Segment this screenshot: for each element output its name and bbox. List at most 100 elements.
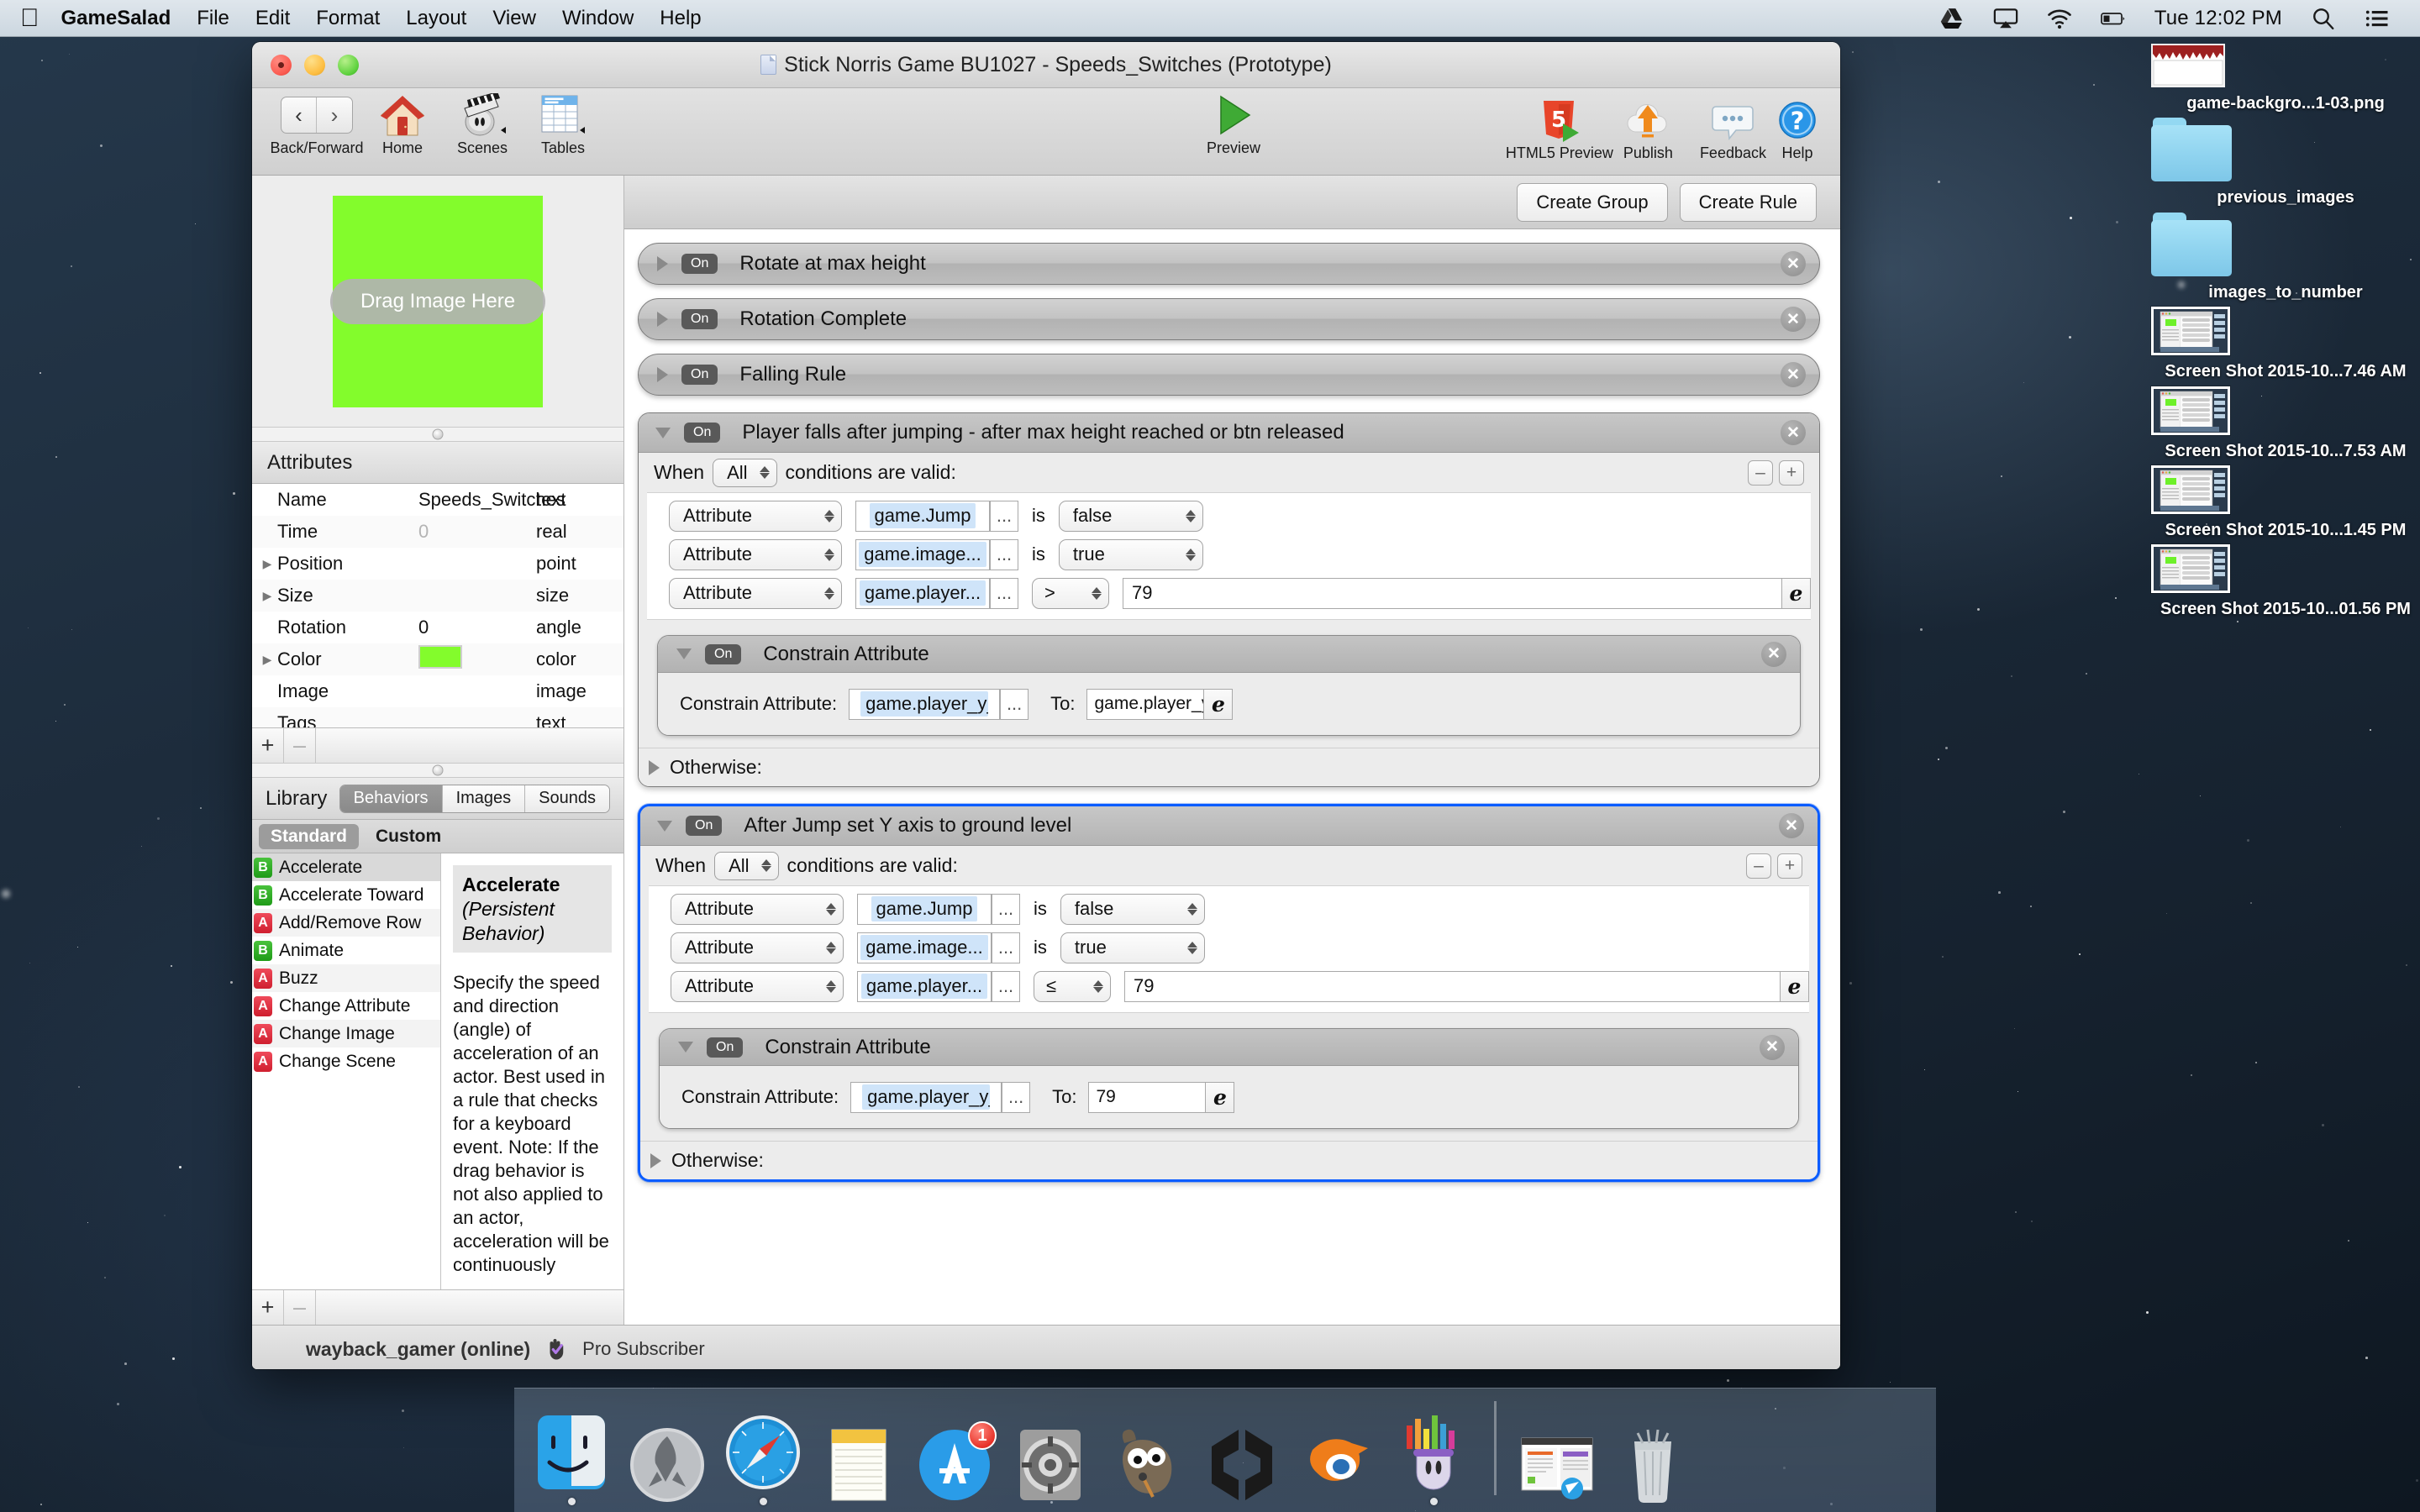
- library-tab-behaviors[interactable]: Behaviors: [339, 785, 443, 812]
- rule-collapsed[interactable]: On Falling Rule ✕: [638, 354, 1820, 396]
- condition-operator-select[interactable]: >: [1032, 577, 1109, 609]
- disclosure-right-icon[interactable]: [657, 256, 668, 271]
- menu-window[interactable]: Window: [562, 7, 634, 30]
- disclosure-triangle-icon[interactable]: ▶: [260, 557, 274, 571]
- desktop-icon[interactable]: Screen Shot 2015-10...01.56 PM: [2151, 544, 2420, 618]
- app-store-icon[interactable]: 1: [914, 1421, 997, 1505]
- safari-icon[interactable]: [723, 1412, 803, 1493]
- attribute-row[interactable]: ▶ Position point: [252, 548, 623, 580]
- stepper-icon[interactable]: [759, 466, 770, 479]
- attribute-picker[interactable]: game.image......: [857, 932, 1020, 963]
- behavior-list-item[interactable]: A Change Attribute: [252, 992, 440, 1020]
- disclosure-down-icon[interactable]: [657, 820, 672, 832]
- add-condition-button[interactable]: +: [1777, 853, 1802, 879]
- condition-number-input[interactable]: 79: [1124, 970, 1781, 1002]
- attribute-field[interactable]: game.image...: [855, 538, 990, 570]
- behavior-list-item[interactable]: B Animate: [252, 937, 440, 964]
- stepper-icon[interactable]: [1185, 509, 1196, 522]
- dock-item-finder[interactable]: [528, 1406, 615, 1505]
- rules-list[interactable]: On Rotate at max height ✕ On Rotation Comple…: [624, 229, 1840, 1325]
- desktop-icon[interactable]: Screen Shot 2015-10...1.45 PM: [2151, 465, 2420, 539]
- menu-bar-clock[interactable]: Tue 12:02 PM: [2154, 7, 2282, 30]
- stepper-icon[interactable]: [824, 548, 834, 561]
- dock-item-browser-window-minimized[interactable]: [1513, 1406, 1601, 1505]
- behavior-header[interactable]: On Constrain Attribute ✕: [660, 1029, 1798, 1066]
- disclosure-down-icon[interactable]: [678, 1042, 693, 1053]
- delete-rule-button[interactable]: ✕: [1781, 307, 1806, 332]
- launchpad-icon[interactable]: [627, 1425, 708, 1505]
- panel-splitter-top[interactable]: [252, 427, 623, 442]
- back-icon[interactable]: ‹: [281, 97, 317, 133]
- stepper-icon[interactable]: [824, 586, 834, 600]
- dock-item-notes[interactable]: [815, 1406, 902, 1505]
- stepper-icon[interactable]: [1185, 548, 1196, 561]
- stepper-icon[interactable]: [1186, 902, 1197, 916]
- dock-item-gamesalad[interactable]: [1390, 1406, 1477, 1505]
- attribute-field[interactable]: game.Jump: [855, 500, 990, 532]
- attribute-row[interactable]: ▶ Size size: [252, 580, 623, 612]
- behavior-attribute-browse-button[interactable]: ...: [1000, 688, 1029, 720]
- behavior-list-item[interactable]: A Change Scene: [252, 1047, 440, 1075]
- attribute-picker[interactable]: game.image......: [855, 538, 1018, 570]
- dock-item-gimp[interactable]: [1102, 1406, 1190, 1505]
- gimp-icon[interactable]: [1106, 1425, 1186, 1505]
- condition-value-select[interactable]: true: [1060, 932, 1205, 963]
- dock-item-unity[interactable]: [1198, 1406, 1286, 1505]
- condition-value-select[interactable]: false: [1060, 893, 1205, 925]
- rule-enabled-toggle[interactable]: On: [681, 254, 718, 274]
- dock-item-system-preferences[interactable]: [1007, 1406, 1094, 1505]
- dock-item-app-store[interactable]: 1: [911, 1406, 998, 1505]
- condition-number-input[interactable]: 79: [1123, 577, 1782, 609]
- panel-splitter-bottom[interactable]: [252, 763, 623, 778]
- disclosure-right-icon[interactable]: [657, 312, 668, 327]
- finder-icon[interactable]: [531, 1412, 612, 1493]
- condition-kind-select[interactable]: Attribute: [671, 932, 844, 963]
- airplay-icon[interactable]: [1993, 6, 2018, 31]
- behavior-list-item[interactable]: A Change Image: [252, 1020, 440, 1047]
- attribute-field[interactable]: game.image...: [857, 932, 992, 963]
- disclosure-down-icon[interactable]: [676, 648, 692, 659]
- constrain-attribute-behavior[interactable]: On Constrain Attribute ✕ Constrain Attribut…: [659, 1028, 1799, 1129]
- condition-value-select[interactable]: false: [1058, 500, 1203, 532]
- home-button[interactable]: Home: [363, 88, 442, 157]
- desktop-icon[interactable]: Screen Shot 2015-10...7.53 AM: [2151, 386, 2420, 460]
- attribute-browse-button[interactable]: ...: [992, 932, 1020, 963]
- publish-button[interactable]: Publish: [1623, 93, 1673, 162]
- preview-button[interactable]: Preview: [1207, 88, 1260, 157]
- scenes-button[interactable]: Scenes: [442, 88, 523, 157]
- rule-collapsed[interactable]: On Rotation Complete ✕: [638, 298, 1820, 340]
- rule-enabled-toggle[interactable]: On: [681, 365, 718, 385]
- library-subtab-custom[interactable]: Custom: [364, 824, 453, 849]
- behavior-attribute-browse-button[interactable]: ...: [1002, 1081, 1031, 1113]
- stepper-icon[interactable]: [824, 509, 834, 522]
- stepper-icon[interactable]: [826, 979, 836, 993]
- rule-expanded[interactable]: On Player falls after jumping - after max…: [638, 412, 1820, 787]
- remove-condition-button[interactable]: –: [1746, 853, 1771, 879]
- feedback-button[interactable]: Feedback: [1700, 93, 1766, 162]
- desktop-icon[interactable]: images_to_number: [2151, 212, 2420, 302]
- attribute-row[interactable]: Image image: [252, 675, 623, 707]
- attribute-row[interactable]: Time 0 real: [252, 516, 623, 548]
- menu-file[interactable]: File: [197, 7, 229, 30]
- delete-rule-button[interactable]: ✕: [1779, 813, 1804, 838]
- when-mode-select[interactable]: All: [713, 458, 777, 487]
- dock-item-blender[interactable]: [1294, 1406, 1381, 1505]
- trash-icon[interactable]: [1612, 1425, 1693, 1505]
- library-tab-sounds[interactable]: Sounds: [525, 785, 609, 812]
- behavior-attribute-picker[interactable]: game.player_y_...: [849, 688, 1029, 720]
- attribute-value[interactable]: 0: [418, 617, 536, 638]
- add-behavior-button[interactable]: +: [252, 1290, 284, 1325]
- rule-enabled-toggle[interactable]: On: [684, 423, 721, 443]
- constrain-attribute-behavior[interactable]: On Constrain Attribute ✕ Constrain Attribut…: [657, 635, 1801, 736]
- attribute-value[interactable]: Speeds_Switches: [418, 489, 566, 511]
- behavior-list[interactable]: B Accelerate B Accelerate Toward A Add/Remove…: [252, 853, 441, 1289]
- rule-enabled-toggle[interactable]: On: [686, 816, 723, 836]
- attribute-browse-button[interactable]: ...: [992, 970, 1020, 1002]
- tables-button[interactable]: Tables: [523, 88, 603, 157]
- attribute-row[interactable]: Name Speeds_Switches text: [252, 484, 623, 516]
- library-tab-images[interactable]: Images: [442, 785, 526, 812]
- stepper-icon[interactable]: [760, 859, 771, 872]
- html5-preview-button[interactable]: 5 HTML5 Preview: [1506, 93, 1613, 162]
- delete-rule-button[interactable]: ✕: [1781, 420, 1806, 445]
- notes-icon[interactable]: [818, 1425, 899, 1505]
